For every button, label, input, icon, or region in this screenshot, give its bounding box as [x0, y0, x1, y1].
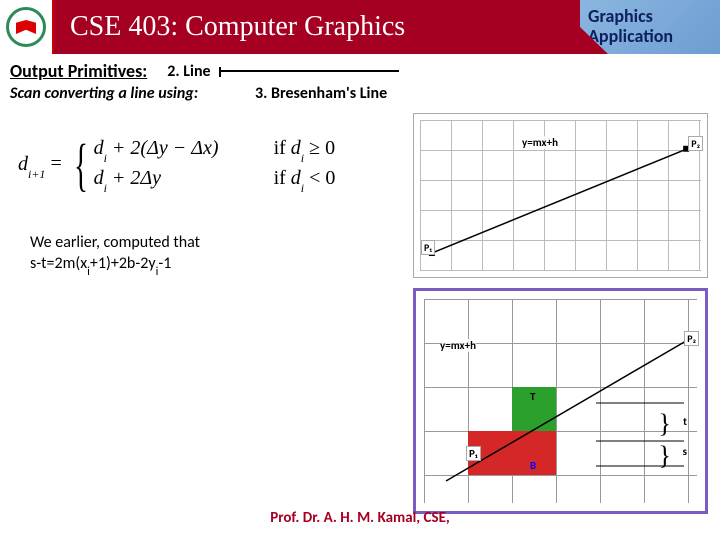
subtopic-label: 2. Line [167, 62, 210, 81]
method-row: Scan converting a line using: 3. Bresenh… [0, 84, 720, 103]
university-logo [0, 0, 54, 54]
section-label: Output Primitives: [10, 60, 147, 82]
note-line2: s-t=2m(xi+1)+2b-2yi-1 [30, 254, 200, 278]
recurrence-formula: di+1 = { di + 2(Δy − Δx) if di ≥ 0 di + … [18, 133, 374, 197]
line-equation-label-2: y=mx+h [440, 339, 476, 352]
header-topic-badge: Graphics Application [580, 0, 720, 54]
method-label: 3. Bresenham's Line [255, 84, 387, 103]
p2-label-2: P₂ [684, 331, 699, 346]
slide-body: di+1 = { di + 2(Δy − Δx) if di ≥ 0 di + … [0, 103, 720, 533]
topic-line2: Application [588, 27, 720, 47]
lhs-sub: i+1 [28, 167, 45, 181]
lhs-var: d [18, 153, 28, 175]
figure-line-on-grid: y=mx+h P₁ P₂ [413, 113, 708, 278]
line-equation-label: y=mx+h [522, 136, 558, 149]
scan-converting-text: Scan converting a line using: [10, 84, 255, 103]
author-footer: Prof. Dr. A. H. M. Kamal, CSE, [0, 509, 720, 527]
b-cell-label: B [528, 459, 538, 472]
right-brace-icon: } [659, 409, 671, 439]
line-svg-bottom [416, 291, 705, 511]
derivation-note: We earlier, computed that s-t=2m(xi+1)+2… [30, 233, 200, 278]
section-row: Output Primitives: 2. Line [0, 54, 720, 84]
t-cell-label: T [528, 390, 537, 403]
figure-bresenham-step: P₁ T B y=mx+h P₂ t s } } [413, 288, 708, 514]
slide-header: CSE 403: Computer Graphics Graphics Appl… [0, 0, 720, 54]
equals-sign: = [50, 153, 66, 175]
note-line1: We earlier, computed that [30, 233, 200, 254]
left-brace-icon: { [74, 139, 88, 191]
horizontal-rule-icon [219, 70, 399, 72]
p2-label: P₂ [688, 136, 703, 151]
p1-label: P₁ [421, 240, 435, 255]
t-measure-label: t [683, 415, 687, 428]
s-measure-label: s [683, 445, 687, 458]
p1-cell-label: P₁ [466, 446, 481, 461]
right-brace-icon-2: } [659, 441, 671, 471]
line-svg [414, 114, 707, 278]
